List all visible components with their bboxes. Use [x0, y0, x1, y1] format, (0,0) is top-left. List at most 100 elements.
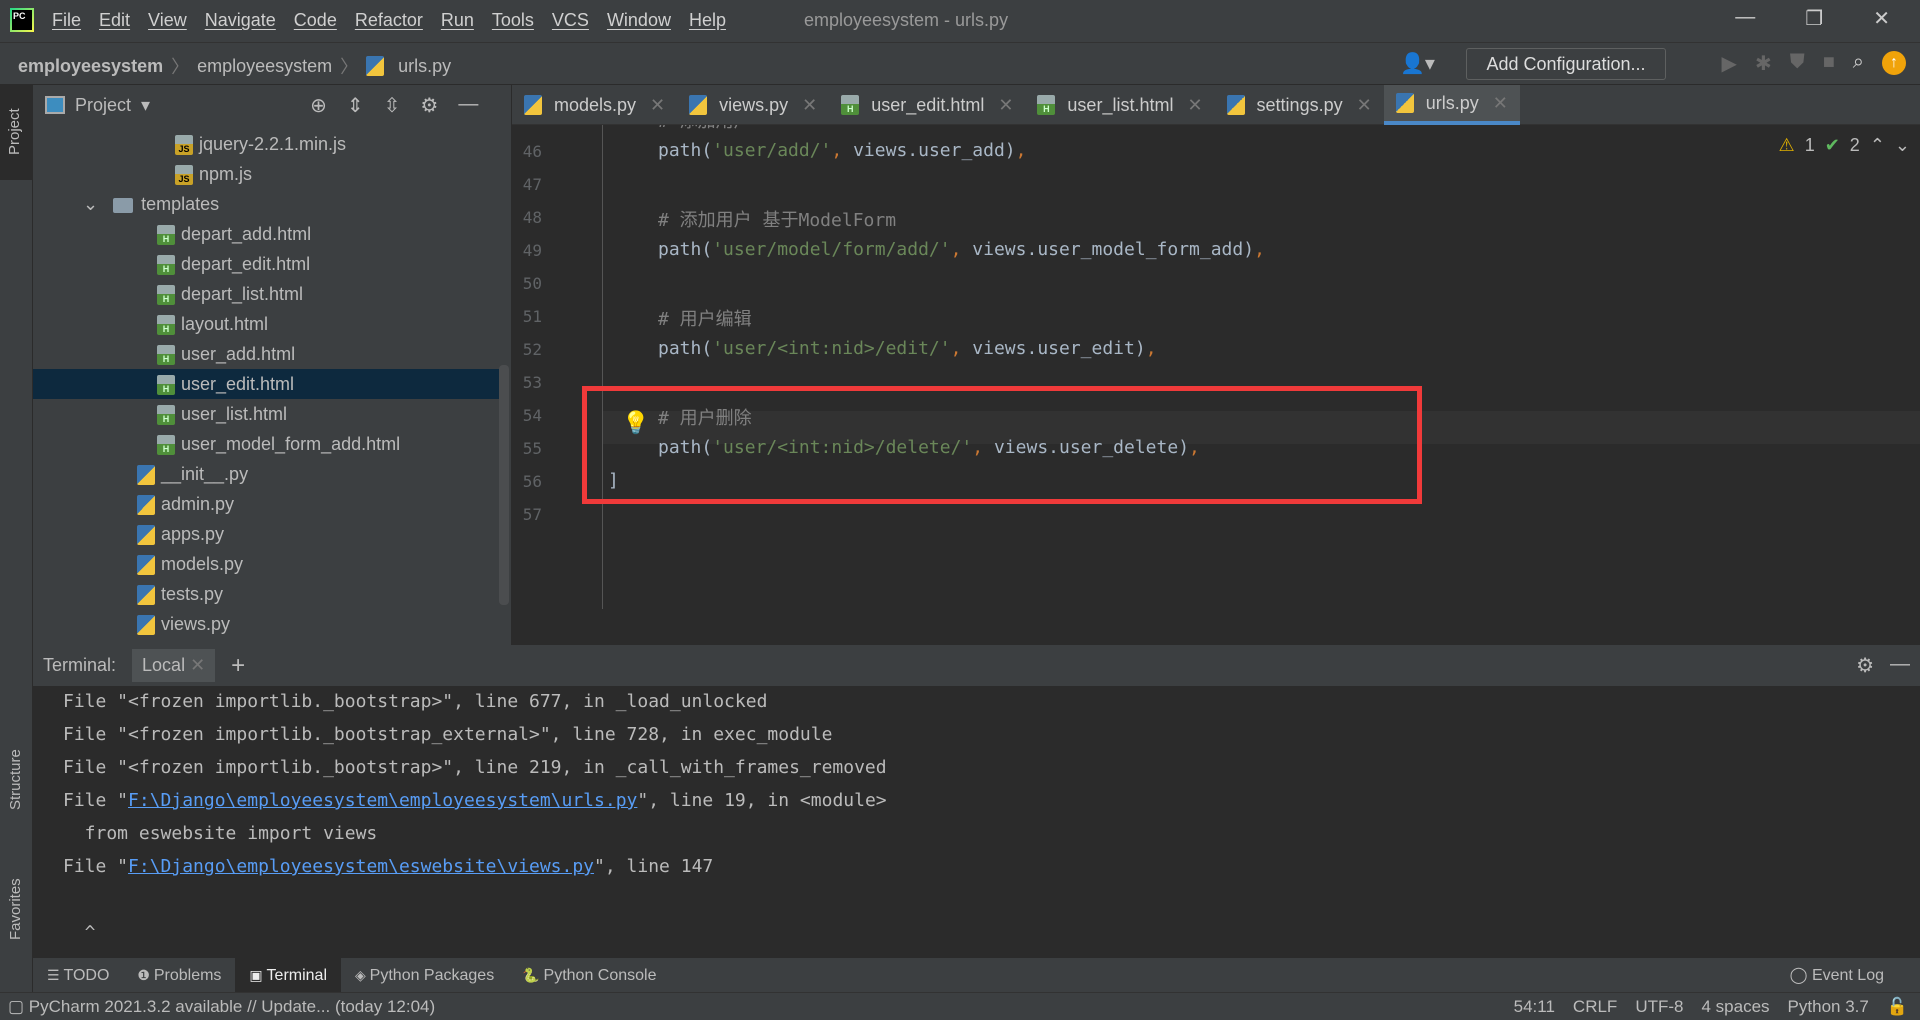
close-tab-icon[interactable]: ✕	[1187, 95, 1202, 116]
tree-item[interactable]: Huser_edit.html	[33, 369, 503, 399]
tree-item[interactable]: JS npm.js	[33, 159, 503, 189]
project-view-selector[interactable]: Project	[75, 95, 131, 116]
python-interpreter[interactable]: Python 3.7	[1788, 993, 1869, 1020]
tab-views-py[interactable]: views.py ✕	[677, 85, 829, 125]
menu-window[interactable]: Window	[607, 10, 671, 31]
project-side-tab[interactable]: Project	[0, 85, 33, 180]
file-encoding[interactable]: UTF-8	[1635, 993, 1683, 1020]
menu-refactor[interactable]: Refactor	[355, 10, 423, 31]
menu-view[interactable]: View	[148, 10, 187, 31]
chevron-down-icon[interactable]: ⌄	[83, 194, 103, 214]
tree-item[interactable]: Hlayout.html	[33, 309, 503, 339]
tree-item[interactable]: admin.py	[33, 489, 503, 519]
menu-code[interactable]: Code	[294, 10, 337, 31]
close-tab-icon[interactable]: ✕	[1357, 95, 1372, 116]
favorites-side-tab[interactable]: Favorites	[0, 840, 33, 940]
close-tab-icon[interactable]: ✕	[650, 95, 665, 116]
tool-tab-problems[interactable]: ❶ Problems	[123, 958, 235, 992]
project-scrollbar[interactable]	[499, 365, 509, 605]
tool-tab-label: Python Packages	[369, 967, 495, 984]
close-tab-icon[interactable]: ✕	[190, 655, 205, 675]
tree-item-label: user_edit.html	[181, 374, 295, 394]
update-icon[interactable]: ↑	[1882, 51, 1906, 75]
menu-file[interactable]: File	[52, 10, 81, 31]
terminal-text: from eswebsite import views	[63, 823, 378, 844]
tree-item[interactable]: JS jquery-2.2.1.min.js	[33, 129, 503, 159]
breadcrumb-file[interactable]: urls.py	[398, 56, 451, 77]
minimize-icon[interactable]: —	[1735, 6, 1755, 31]
search-icon[interactable]: ⌕	[1853, 51, 1864, 76]
tab-urls-py[interactable]: urls.py ✕	[1383, 85, 1520, 125]
file-link[interactable]: F:\Django\employeesystem\eswebsite\views…	[128, 856, 594, 877]
gear-icon[interactable]: ⚙	[420, 93, 438, 118]
tree-item[interactable]: Huser_list.html	[33, 399, 503, 429]
tool-tab-todo[interactable]: ☰ TODO	[33, 958, 123, 992]
hide-icon[interactable]: —	[458, 93, 478, 118]
menu-edit[interactable]: Edit	[99, 10, 130, 31]
coverage-icon[interactable]: ⛊	[1790, 51, 1805, 76]
menu-navigate[interactable]: Navigate	[205, 10, 276, 31]
chevron-down-icon[interactable]: ▾	[141, 95, 150, 116]
menu-vcs[interactable]: VCS	[552, 10, 589, 31]
tree-item[interactable]: ⌄ templates	[33, 189, 503, 219]
update-notification[interactable]: ▢ PyCharm 2021.3.2 available // Update..…	[8, 993, 435, 1020]
run-icon[interactable]: ▶	[1722, 51, 1737, 76]
locate-icon[interactable]: ⊕	[310, 93, 327, 118]
close-icon[interactable]: ✕	[1873, 6, 1890, 31]
menu-help[interactable]: Help	[689, 10, 726, 31]
terminal-tab-local[interactable]: Local ✕	[132, 649, 216, 682]
breadcrumb-project[interactable]: employeesystem	[18, 56, 163, 77]
close-tab-icon[interactable]: ✕	[802, 95, 817, 116]
tab-user_list-html[interactable]: Huser_list.html ✕	[1025, 85, 1214, 125]
tree-item[interactable]: Hdepart_edit.html	[33, 249, 503, 279]
event-log-button[interactable]: ◯ Event Log	[1790, 965, 1884, 985]
menu-tools[interactable]: Tools	[492, 10, 534, 31]
tool-tab-python-console[interactable]: 🐍 Python Console	[508, 958, 670, 992]
previous-highlight-icon[interactable]: ⌃	[1870, 135, 1885, 156]
collapse-all-icon[interactable]: ⇳	[384, 93, 401, 118]
tool-tab-python-packages[interactable]: ◈ Python Packages	[341, 958, 508, 992]
caret-position[interactable]: 54:11	[1514, 993, 1555, 1020]
line-separator[interactable]: CRLF	[1573, 993, 1617, 1020]
tree-item[interactable]: models.py	[33, 549, 503, 579]
tree-item[interactable]: views.py	[33, 609, 503, 639]
tab-models-py[interactable]: models.py ✕	[512, 85, 677, 125]
new-terminal-icon[interactable]: +	[231, 652, 245, 680]
breadcrumb-package[interactable]: employeesystem	[197, 56, 332, 77]
gear-icon[interactable]: ⚙	[1856, 653, 1874, 678]
inspection-widget[interactable]: ⚠ 1 ✔ 2 ⌃ ⌄	[1779, 135, 1910, 156]
tree-item-label: templates	[141, 194, 220, 214]
next-highlight-icon[interactable]: ⌄	[1895, 135, 1910, 156]
pycharm-logo: PC	[10, 8, 34, 32]
tree-item[interactable]: __init__.py	[33, 459, 503, 489]
user-icon[interactable]: 👤▾	[1400, 51, 1435, 76]
structure-side-tab[interactable]: Structure	[0, 715, 33, 815]
stop-icon[interactable]: ■	[1823, 51, 1835, 76]
tool-tab-terminal[interactable]: ▣ Terminal	[235, 958, 342, 992]
terminal-text: File "	[63, 790, 129, 811]
menu-run[interactable]: Run	[441, 10, 474, 31]
tab-label: user_list.html	[1067, 94, 1174, 115]
expand-all-icon[interactable]: ⇕	[347, 93, 364, 118]
hide-icon[interactable]: —	[1890, 653, 1910, 678]
python-file-icon	[1226, 95, 1245, 115]
debug-icon[interactable]: ✱	[1755, 51, 1772, 76]
tab-user_edit-html[interactable]: Huser_edit.html ✕	[829, 85, 1025, 125]
code-editor[interactable]: 💡 ⚠1 ✔2 ⌃⌄ 45# 添加用户46path('user/add/', v…	[512, 125, 1920, 645]
indent-setting[interactable]: 4 spaces	[1702, 993, 1770, 1020]
tree-item[interactable]: Hdepart_list.html	[33, 279, 503, 309]
html-file-icon: H	[157, 315, 175, 336]
terminal-output[interactable]: File "<frozen importlib._bootstrap>", li…	[33, 686, 1920, 958]
tree-item[interactable]: Huser_add.html	[33, 339, 503, 369]
add-configuration-button[interactable]: Add Configuration...	[1466, 48, 1666, 80]
file-link[interactable]: F:\Django\employeesystem\employeesystem\…	[128, 790, 637, 811]
tab-settings-py[interactable]: settings.py ✕	[1215, 85, 1384, 125]
close-tab-icon[interactable]: ✕	[1493, 93, 1508, 114]
lock-icon[interactable]: 🔓	[1887, 993, 1908, 1020]
tree-item[interactable]: tests.py	[33, 579, 503, 609]
tree-item[interactable]: Hdepart_add.html	[33, 219, 503, 249]
close-tab-icon[interactable]: ✕	[998, 95, 1013, 116]
tree-item[interactable]: Huser_model_form_add.html	[33, 429, 503, 459]
restore-icon[interactable]: ❐	[1805, 6, 1823, 31]
tree-item[interactable]: apps.py	[33, 519, 503, 549]
